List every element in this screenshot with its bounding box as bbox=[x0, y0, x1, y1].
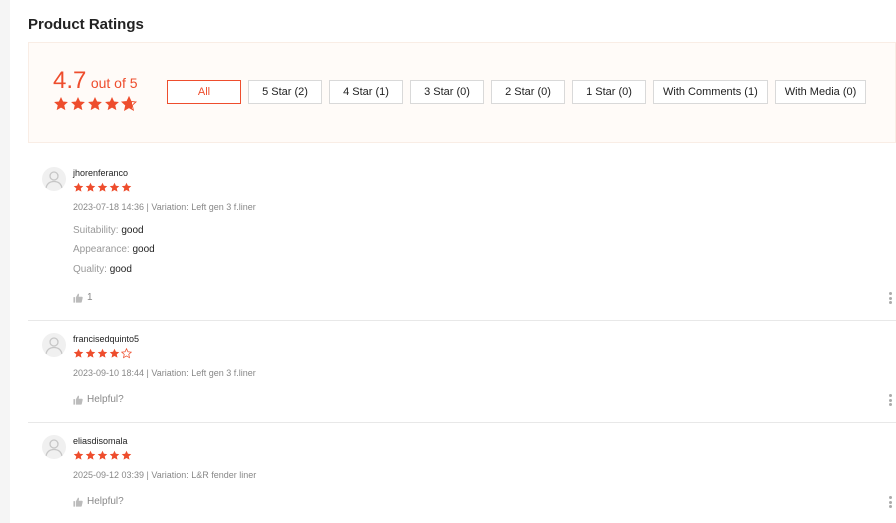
attribute-value: good bbox=[132, 244, 155, 255]
avatar-icon bbox=[45, 439, 63, 457]
attribute-label: Quality: bbox=[73, 264, 107, 275]
star-icon bbox=[71, 97, 85, 111]
review-meta: 2023-07-18 14:36 | Variation: Left gen 3… bbox=[73, 202, 256, 212]
review-item: jhorenferanco 2023-07-18 14:36 | Variati… bbox=[28, 167, 896, 317]
star-icon bbox=[73, 348, 84, 358]
attribute-label: Suitability: bbox=[73, 225, 119, 236]
star-icon bbox=[109, 182, 120, 192]
filter-1-star[interactable]: 1 Star (0) bbox=[572, 80, 646, 104]
overall-score: 4.7 out of 5 bbox=[53, 67, 138, 95]
star-icon bbox=[97, 182, 108, 192]
helpful-label: Helpful? bbox=[87, 394, 124, 405]
helpful-button[interactable]: Helpful? bbox=[73, 394, 124, 405]
filter-2-star[interactable]: 2 Star (0) bbox=[491, 80, 565, 104]
star-icon bbox=[121, 182, 132, 192]
score-out-of: out of 5 bbox=[90, 75, 138, 91]
attribute-value: good bbox=[121, 225, 144, 236]
review-attribute: Appearance: good bbox=[73, 244, 155, 255]
attribute-value: good bbox=[109, 264, 132, 275]
product-ratings-section: Product Ratings 4.7 out of 5 All 5 Star … bbox=[10, 0, 896, 523]
thumbs-up-icon bbox=[73, 395, 83, 405]
like-count: 1 bbox=[87, 292, 93, 303]
star-icon bbox=[121, 450, 132, 460]
rating-summary: 4.7 out of 5 All 5 Star (2) 4 Star (1) 3… bbox=[28, 42, 896, 143]
avatar[interactable] bbox=[42, 333, 66, 357]
review-item: eliasdisomala 2025-09-12 03:39 | Variati… bbox=[28, 435, 896, 523]
reviewer-name: jhorenferanco bbox=[73, 168, 129, 178]
reviewer-name: eliasdisomala bbox=[73, 436, 128, 446]
avatar-icon bbox=[45, 337, 63, 355]
star-icon bbox=[85, 182, 96, 192]
star-icon bbox=[73, 182, 84, 192]
review-stars bbox=[73, 450, 132, 461]
section-title: Product Ratings bbox=[28, 16, 144, 33]
more-options-icon[interactable] bbox=[888, 394, 892, 406]
star-icon bbox=[105, 97, 119, 111]
helpful-label: Helpful? bbox=[87, 496, 124, 507]
more-options-icon[interactable] bbox=[888, 292, 892, 304]
filter-3-star[interactable]: 3 Star (0) bbox=[410, 80, 484, 104]
filter-all[interactable]: All bbox=[167, 80, 241, 104]
filter-4-star[interactable]: 4 Star (1) bbox=[329, 80, 403, 104]
review-attribute: Quality: good bbox=[73, 264, 132, 275]
star-icon bbox=[109, 450, 120, 460]
filter-5-star[interactable]: 5 Star (2) bbox=[248, 80, 322, 104]
divider bbox=[28, 320, 896, 321]
thumbs-up-icon bbox=[73, 497, 83, 507]
filter-bar: All 5 Star (2) 4 Star (1) 3 Star (0) 2 S… bbox=[167, 80, 867, 104]
more-options-icon[interactable] bbox=[888, 496, 892, 508]
overall-stars bbox=[53, 96, 137, 112]
star-icon bbox=[109, 348, 120, 358]
filter-with-comments[interactable]: With Comments (1) bbox=[653, 80, 768, 104]
star-icon bbox=[88, 97, 102, 111]
star-icon bbox=[85, 450, 96, 460]
review-stars bbox=[73, 182, 132, 193]
review-stars bbox=[73, 348, 132, 359]
thumbs-up-icon bbox=[73, 293, 83, 303]
helpful-button[interactable]: Helpful? bbox=[73, 496, 124, 507]
star-icon bbox=[97, 450, 108, 460]
avatar-icon bbox=[45, 171, 63, 189]
review-attribute: Suitability: good bbox=[73, 225, 144, 236]
avatar[interactable] bbox=[42, 167, 66, 191]
attribute-label: Appearance: bbox=[73, 244, 130, 255]
star-icon bbox=[121, 348, 132, 359]
review-meta: 2023-09-10 18:44 | Variation: Left gen 3… bbox=[73, 368, 256, 378]
star-icon bbox=[85, 348, 96, 358]
like-button[interactable]: 1 bbox=[73, 292, 93, 303]
reviewer-name: francisedquinto5 bbox=[73, 334, 140, 344]
star-icon bbox=[121, 96, 137, 111]
review-item: francisedquinto5 2023-09-10 18:44 | Vari… bbox=[28, 333, 896, 421]
score-value: 4.7 bbox=[53, 67, 87, 94]
review-meta: 2025-09-12 03:39 | Variation: L&R fender… bbox=[73, 470, 257, 480]
filter-with-media[interactable]: With Media (0) bbox=[774, 80, 867, 104]
avatar[interactable] bbox=[42, 435, 66, 459]
star-icon bbox=[54, 97, 68, 111]
divider bbox=[28, 422, 896, 423]
star-icon bbox=[97, 348, 108, 358]
star-icon bbox=[73, 450, 84, 460]
